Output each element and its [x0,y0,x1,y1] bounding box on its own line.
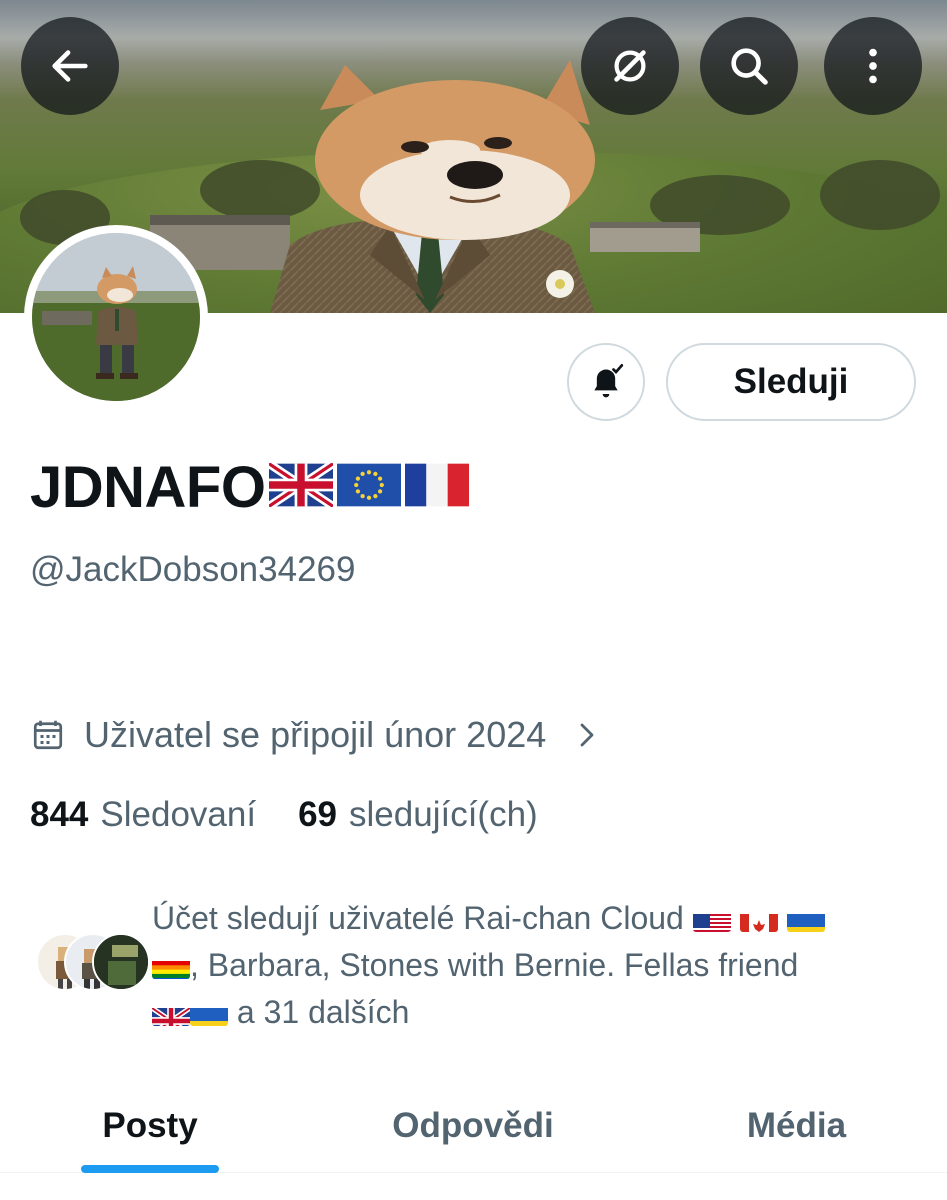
eu-flag-icon [337,454,402,521]
profile-avatar[interactable] [24,225,208,409]
more-vertical-icon [869,48,877,84]
followed-by-text: Účet sledují uživatelé Rai-chan Cloud , … [152,895,892,1036]
followed-by-line2: , Barbara, Stones with Bernie. Fellas fr… [190,947,799,983]
followers-you-know[interactable]: Účet sledují uživatelé Rai-chan Cloud , … [30,895,920,1035]
tab-media-label: Média [746,1106,847,1145]
joined-text: Uživatel se připojil únor 2024 [84,714,547,755]
profile-tabs: Posty Odpovědi Média [0,1080,947,1173]
following-count: 844 [30,795,89,834]
fr-flag-icon [405,454,470,521]
notifications-button[interactable] [567,343,645,421]
joined-date[interactable]: Uživatel se připojil únor 2024 [30,710,602,760]
chevron-right-icon [580,723,594,747]
gb-flag-icon [152,1000,190,1026]
tab-replies[interactable]: Odpovědi [300,1080,646,1172]
following-label: Sledovaní [100,795,257,834]
ua-flag-icon [190,1000,228,1026]
bell-check-icon [594,364,624,398]
search-icon [731,48,768,85]
followed-by-line3: a 31 dalších [236,994,410,1030]
back-button[interactable] [21,17,119,115]
us-flag-icon [692,906,731,932]
calendar-icon [33,720,63,750]
banner-shiba-figure [270,60,595,313]
mutual-avatar [92,933,150,991]
tab-replies-label: Odpovědi [392,1106,554,1145]
grok-icon [614,50,646,82]
tab-posts-label: Posty [102,1106,198,1145]
display-name: JDNAFO [30,452,470,522]
ca-flag-icon [739,906,778,932]
following-link[interactable]: 844 Sledovaní [30,795,256,835]
display-name-text: JDNAFO [30,454,266,520]
arrow-left-icon [52,50,88,82]
grok-button[interactable] [581,17,679,115]
followers-label: sledující(ch) [349,795,538,834]
more-button[interactable] [824,17,922,115]
avatar-image [32,233,200,401]
followers-count: 69 [298,795,338,834]
pride-flag-icon [152,953,190,979]
tab-media[interactable]: Média [646,1080,947,1172]
gb-flag-icon [269,454,334,521]
mutual-avatars [36,933,151,995]
followers-link[interactable]: 69 sledující(ch) [298,795,538,835]
banner-trees [820,160,940,230]
follow-stats: 844 Sledovaní 69 sledující(ch) [30,795,580,835]
ua-flag-icon [786,906,825,932]
search-button[interactable] [700,17,798,115]
active-tab-indicator [81,1165,219,1173]
followed-by-line1: Účet sledují uživatelé Rai-chan Cloud [152,900,684,936]
handle: @JackDobson34269 [30,550,356,589]
tab-posts[interactable]: Posty [0,1080,300,1173]
following-button[interactable]: Sleduji [666,343,916,421]
